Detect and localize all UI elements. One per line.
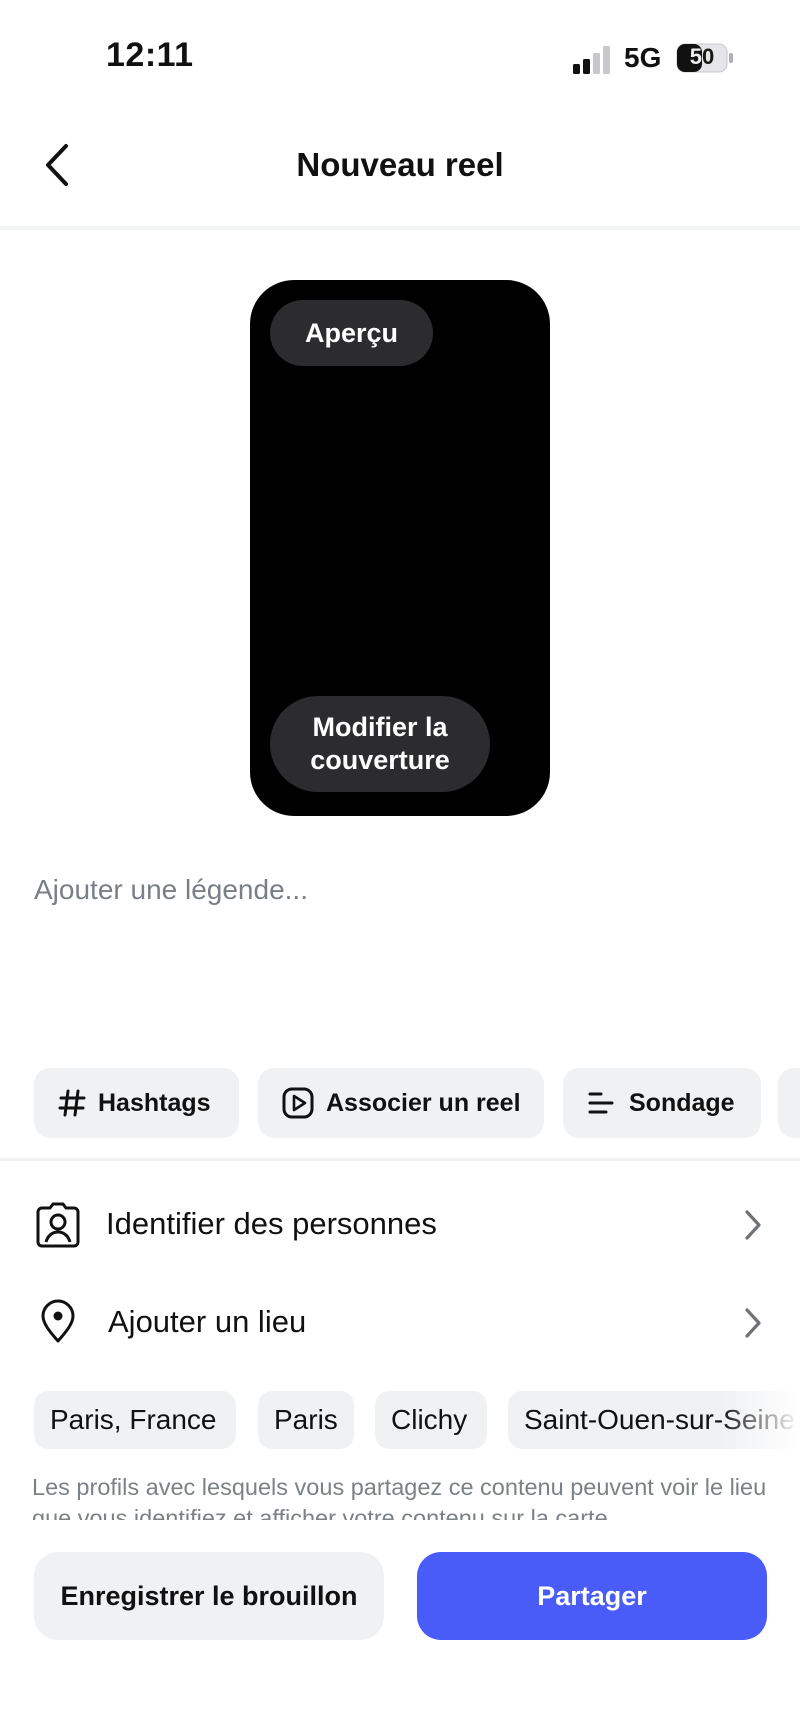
edit-cover-label-line2: couverture xyxy=(310,745,450,775)
location-pin-icon xyxy=(41,1299,75,1343)
scroll-fade xyxy=(720,1385,800,1455)
link-reel-chip[interactable]: Associer un reel xyxy=(258,1068,544,1138)
poll-icon xyxy=(588,1092,614,1114)
poll-chip[interactable]: Sondage xyxy=(563,1068,761,1138)
share-button[interactable]: Partager xyxy=(417,1552,767,1640)
location-chip-clichy[interactable]: Clichy xyxy=(375,1391,487,1449)
section-divider xyxy=(0,1158,800,1161)
battery-icon: 50 xyxy=(676,43,734,73)
reel-play-icon xyxy=(282,1087,314,1119)
header-divider xyxy=(0,226,800,230)
status-time: 12:11 xyxy=(106,36,194,74)
chip-label: Associer un reel xyxy=(326,1088,521,1117)
row-label: Identifier des personnes xyxy=(106,1206,437,1241)
caption-input[interactable]: Ajouter une légende... xyxy=(34,874,308,906)
cellular-signal-icon xyxy=(573,46,610,74)
chevron-right-icon xyxy=(745,1308,761,1338)
location-chip-paris-france[interactable]: Paris, France xyxy=(34,1391,236,1449)
edit-cover-label-line1: Modifier la xyxy=(312,712,448,742)
location-chip-paris[interactable]: Paris xyxy=(258,1391,354,1449)
add-location-row[interactable]: Ajouter un lieu xyxy=(0,1286,800,1358)
save-draft-button[interactable]: Enregistrer le brouillon xyxy=(34,1552,384,1640)
battery-level: 50 xyxy=(689,44,715,69)
chevron-right-icon xyxy=(745,1210,761,1240)
network-type: 5G xyxy=(624,42,662,73)
location-privacy-note: Les profils avec lesquels vous partagez … xyxy=(32,1474,767,1520)
hashtag-icon xyxy=(58,1089,86,1117)
edit-cover-button[interactable]: Modifier la couverture xyxy=(270,696,490,792)
chip-label: Sondage xyxy=(629,1088,735,1117)
preview-button[interactable]: Aperçu xyxy=(270,300,433,366)
chip-label: Hashtags xyxy=(98,1088,211,1117)
reel-preview[interactable]: Aperçu Modifier la couverture xyxy=(250,280,550,816)
more-chip[interactable] xyxy=(778,1068,800,1138)
person-tag-icon xyxy=(36,1202,80,1248)
hashtags-chip[interactable]: Hashtags xyxy=(34,1068,239,1138)
page-title: Nouveau reel xyxy=(296,146,504,183)
row-label: Ajouter un lieu xyxy=(108,1304,307,1339)
tag-people-row[interactable]: Identifier des personnes xyxy=(0,1188,800,1260)
